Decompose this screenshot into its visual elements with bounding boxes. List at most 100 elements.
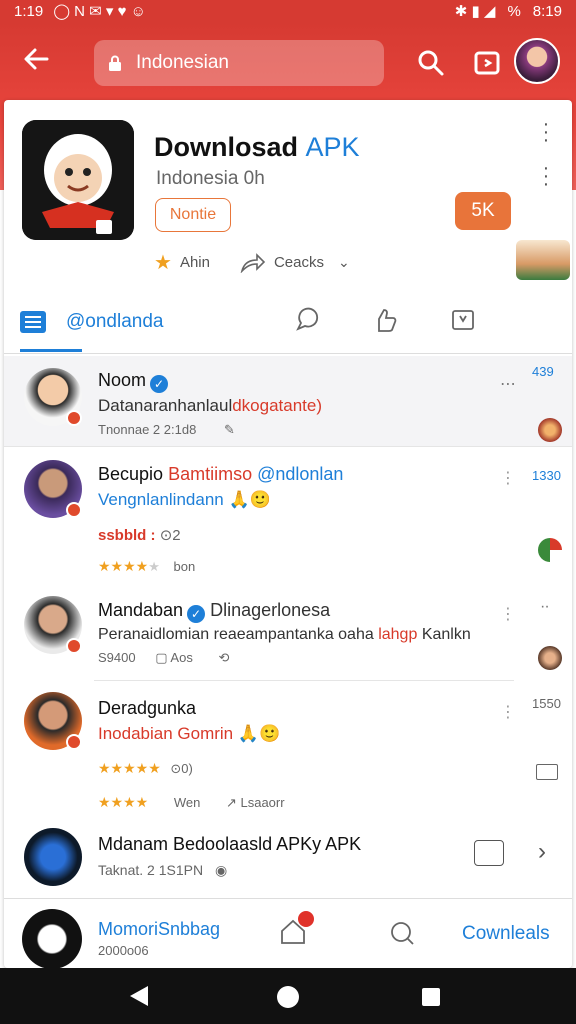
- verified-icon: ✓: [187, 605, 206, 623]
- nav-recents-icon[interactable]: [422, 988, 440, 1006]
- tab-bookmark-icon[interactable]: [450, 307, 476, 333]
- item-meta-b: Aos: [170, 650, 193, 665]
- more-horiz-icon[interactable]: ⋯: [500, 374, 516, 394]
- badge-icon: [66, 502, 82, 518]
- tag-pill[interactable]: Nontie: [155, 198, 231, 232]
- battery-label: %: [507, 2, 521, 20]
- rating-row: ★★★★★ ⊙0): [98, 760, 193, 777]
- item-name-blue: Dlinagerlonesa: [210, 600, 331, 620]
- install-button[interactable]: 5K: [455, 192, 511, 230]
- more-horiz-icon[interactable]: ⋮: [500, 604, 516, 624]
- rating-text-2: Wen: [173, 795, 201, 810]
- badge-icon: [66, 734, 82, 750]
- pin-icon[interactable]: ✎: [224, 422, 235, 437]
- item-name-dark: Becupio: [98, 464, 164, 484]
- back-arrow-icon[interactable]: [18, 44, 54, 80]
- more-vert-icon[interactable]: · · ·: [540, 114, 552, 150]
- more-vert-icon-2[interactable]: · · ·: [540, 158, 552, 194]
- item-meta-text: Taknat. 2 1S1PN: [98, 862, 204, 878]
- tab-active[interactable]: @ondlanda: [20, 292, 163, 352]
- item-title: Mdanam Bedoolaasld APKy APK: [98, 834, 362, 854]
- tab-bar: @ondlanda: [4, 292, 572, 354]
- item-name-blue: @ndlonlan: [257, 464, 344, 484]
- tab-underline: [20, 349, 82, 352]
- item-meta: Tnonnae 2 2:1d8 ✎: [98, 422, 235, 438]
- inbox-icon[interactable]: [278, 911, 314, 947]
- bottom-bar: MomoriSnbbag 2000o06 Cownleals: [4, 898, 572, 968]
- list-item[interactable]: Mandaban ✓ Dlinagerlonesa Peranaidlomian …: [4, 588, 572, 680]
- emoji: 🙏🙂: [228, 490, 271, 509]
- meta-share[interactable]: Ceacks: [274, 254, 324, 271]
- share-icon[interactable]: ↗: [226, 795, 237, 810]
- item-text-accent: dkogatante): [232, 396, 323, 415]
- info-icon: ⊙: [170, 761, 182, 776]
- list-item[interactable]: Mdanam Bedoolaasld APKy APK Taknat. 2 1S…: [4, 822, 572, 898]
- badge-icon: [66, 410, 82, 426]
- list-item[interactable]: Becupio Bamtiimso @ndlonlan Vengnlanlind…: [4, 448, 572, 588]
- nav-home-icon[interactable]: [277, 986, 299, 1008]
- mini-avatar: [538, 538, 562, 562]
- item-text: Inodabian Gomrin 🙏🙂: [98, 724, 280, 744]
- promo-thumbnail[interactable]: [516, 240, 570, 280]
- item-name-red: Bamtiimso: [168, 464, 253, 484]
- downloads-link[interactable]: Cownleals: [462, 923, 550, 945]
- chevron-right-icon[interactable]: ›: [538, 838, 546, 866]
- bottom-name: MomoriSnbbag: [98, 919, 221, 939]
- more-horiz-icon-2[interactable]: ··: [540, 598, 550, 616]
- app-subtitle: Indonesia 0h: [156, 168, 265, 189]
- comment-icon[interactable]: ▢: [155, 650, 167, 665]
- item-text-tail: Kanlkn: [421, 626, 471, 643]
- app-icon: [22, 120, 134, 240]
- rating-stars-icon: ★★★★: [98, 558, 149, 574]
- item-meta-label: ssbbld :: [98, 527, 156, 544]
- more-horiz-icon[interactable]: ⋮: [500, 702, 516, 722]
- chevron-down-icon[interactable]: ⌄: [338, 254, 350, 271]
- item-count: 439: [532, 364, 554, 379]
- window-icon[interactable]: [536, 764, 558, 780]
- item-text-red: lahgp: [378, 626, 418, 643]
- search-text: Indonesian: [136, 52, 229, 73]
- list-item[interactable]: Deradgunka Inodabian Gomrin 🙏🙂 ★★★★★ ⊙0)…: [4, 682, 572, 820]
- app-title: Downlosad APK: [154, 132, 360, 163]
- app-title-main: Downlosad: [154, 132, 299, 162]
- app-title-accent: APK: [305, 132, 360, 162]
- list-item[interactable]: Noom ✓ Datanaranhanlauldkogatante) Tnonna…: [4, 356, 572, 446]
- item-text-dark: Peranaidlomian reaeampantanka oaha: [98, 626, 374, 643]
- status-bar: 1:19 ◯ N ✉ ▾ ♥ ☺ ✱ ▮ ◢ % 8:19: [0, 0, 576, 22]
- rating-val: 0): [181, 761, 193, 776]
- profile-avatar[interactable]: [514, 38, 560, 84]
- tab-chat-icon[interactable]: [294, 307, 320, 333]
- app-meta-row: ★ Ahin Ceacks ⌄: [154, 250, 350, 275]
- system-nav-bar: [0, 968, 576, 1024]
- reply-icon[interactable]: ⟲: [218, 650, 229, 665]
- notification-badge: [298, 911, 314, 927]
- item-name: Mandaban ✓ Dlinagerlonesa: [98, 600, 330, 623]
- tab-active-label: @ondlanda: [66, 311, 164, 332]
- rating-text-3: Lsaaorr: [240, 795, 285, 810]
- share-box-icon[interactable]: [472, 48, 502, 78]
- meta-rating: Ahin: [179, 254, 210, 271]
- item-meta-a: S9400: [98, 650, 136, 665]
- rating-stars-icon: ★★★★★: [98, 760, 161, 776]
- rating-row-2: ★★★★ Wen ↗ Lsaaorr: [98, 794, 285, 811]
- item-name-text: Mandaban: [98, 600, 184, 620]
- nav-back-icon[interactable]: [130, 986, 148, 1006]
- share-icon[interactable]: [240, 252, 266, 273]
- rating-row: ★★★★★ bon: [98, 558, 196, 574]
- star-icon: ★: [154, 252, 172, 274]
- avatar: [24, 828, 82, 886]
- search-icon[interactable]: [416, 48, 446, 78]
- open-box-icon[interactable]: [474, 840, 504, 866]
- status-time-left: 1:19: [14, 2, 44, 20]
- search-field[interactable]: Indonesian: [94, 40, 384, 86]
- item-text: Vengnlanlindann 🙏🙂: [98, 490, 271, 510]
- divider: [4, 446, 572, 447]
- item-meta: S9400 ▢ Aos ⟲: [98, 650, 229, 666]
- item-name: Becupio Bamtiimso @ndlonlan: [98, 464, 343, 485]
- more-horiz-icon[interactable]: ⋮: [500, 468, 516, 488]
- avatar[interactable]: [22, 909, 82, 968]
- tab-like-icon[interactable]: [372, 307, 398, 333]
- search-icon-bottom[interactable]: [388, 919, 418, 949]
- signal-icon: ✱ ▮ ◢: [454, 3, 496, 20]
- item-text-dark: Datanaranhanlaul: [98, 396, 233, 415]
